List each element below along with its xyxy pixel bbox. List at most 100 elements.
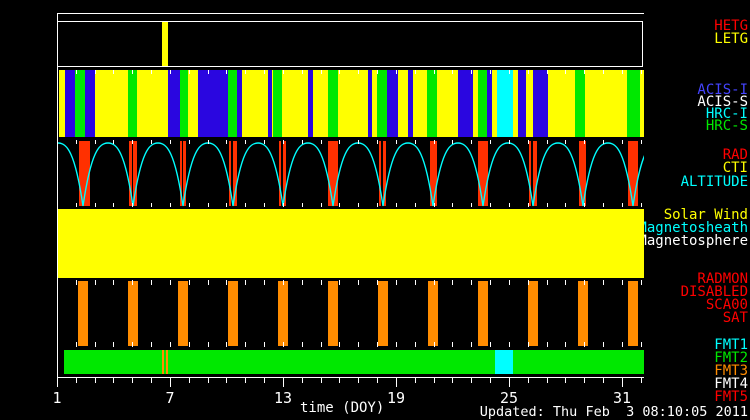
instrument-segment-green — [328, 70, 338, 137]
boundary-tick — [113, 203, 114, 207]
boundary-tick — [452, 280, 453, 285]
boundary-tick — [377, 140, 378, 144]
boundary-tick — [434, 203, 435, 207]
boundary-tick — [415, 280, 416, 285]
boundary-tick — [471, 280, 472, 285]
boundary-tick — [302, 70, 303, 74]
boundary-tick — [547, 70, 548, 74]
radmon-disabled-bar — [378, 281, 388, 346]
boundary-tick — [471, 203, 472, 207]
radmon-disabled-bar — [578, 281, 588, 346]
x-axis-minor-tick — [245, 377, 246, 383]
x-axis-minor-tick — [151, 377, 152, 383]
instrument-segment-green — [627, 70, 640, 137]
boundary-tick — [603, 342, 604, 347]
boundary-tick — [509, 140, 510, 144]
boundary-tick — [452, 70, 453, 74]
boundary-tick — [641, 70, 642, 74]
boundary-tick — [377, 280, 378, 285]
boundary-tick — [226, 203, 227, 207]
altitude-curve — [57, 140, 644, 207]
boundary-tick — [490, 203, 491, 207]
radmon-disabled-bar — [228, 281, 238, 346]
instrument-segment-yellow — [242, 70, 268, 137]
legend-label-letg: LETG — [714, 33, 748, 46]
instrument-segment-yellow — [398, 70, 408, 137]
x-axis-title: time (DOY) — [300, 400, 384, 416]
x-axis-major-tick — [57, 377, 58, 387]
boundary-tick — [95, 203, 96, 207]
boundary-tick — [377, 70, 378, 74]
instrument-segment-yellow — [95, 70, 128, 137]
boundary-tick — [415, 342, 416, 347]
boundary-tick — [189, 70, 190, 74]
boundary-tick — [584, 280, 585, 285]
instrument-segment-blue — [387, 70, 398, 137]
boundary-tick — [603, 203, 604, 207]
boundary-tick — [415, 140, 416, 144]
instrument-segment-yellow — [188, 70, 198, 137]
x-axis-minor-tick — [264, 377, 265, 383]
boundary-tick — [528, 70, 529, 74]
boundary-tick — [565, 342, 566, 347]
boundary-tick — [76, 203, 77, 207]
x-axis-minor-tick — [528, 377, 529, 383]
boundary-tick — [170, 280, 171, 285]
boundary-tick — [509, 280, 510, 285]
radmon-disabled-bar — [178, 281, 188, 346]
boundary-tick — [603, 70, 604, 74]
boundary-tick — [603, 140, 604, 144]
boundary-tick — [283, 70, 284, 74]
x-axis-minor-tick — [377, 377, 378, 383]
boundary-tick — [226, 280, 227, 285]
boundary-tick — [95, 280, 96, 285]
x-axis-minor-tick — [358, 377, 359, 383]
boundary-tick — [226, 140, 227, 144]
boundary-tick — [339, 203, 340, 207]
instrument-segment-blue — [198, 70, 228, 137]
boundary-tick — [245, 140, 246, 144]
instrument-segment-green — [575, 70, 585, 137]
format-event-fmt3 — [162, 350, 164, 374]
boundary-tick — [208, 203, 209, 207]
x-axis-minor-tick — [452, 377, 453, 383]
x-axis-minor-tick — [208, 377, 209, 383]
boundary-tick — [339, 140, 340, 144]
boundary-tick — [434, 280, 435, 285]
boundary-tick — [208, 280, 209, 285]
boundary-tick — [113, 70, 114, 74]
boundary-tick — [321, 140, 322, 144]
boundary-tick — [283, 342, 284, 347]
boundary-tick — [321, 280, 322, 285]
radmon-disabled-bar — [628, 281, 638, 346]
boundary-tick — [95, 342, 96, 347]
boundary-tick — [471, 70, 472, 74]
boundary-tick — [358, 140, 359, 144]
format-band-fmt2 — [64, 350, 644, 374]
instrument-segment-yellow — [282, 70, 308, 137]
x-axis-minor-tick — [113, 377, 114, 383]
boundary-tick — [528, 140, 529, 144]
boundary-tick — [641, 140, 642, 144]
boundary-tick — [565, 203, 566, 207]
x-axis-major-tick — [509, 377, 510, 387]
boundary-tick — [434, 342, 435, 347]
boundary-tick — [490, 342, 491, 347]
x-axis-tick-label: 1 — [37, 389, 77, 407]
boundary-tick — [245, 280, 246, 285]
instrument-segment-green — [180, 70, 188, 137]
boundary-tick — [321, 70, 322, 74]
x-axis-minor-tick — [490, 377, 491, 383]
boundary-tick — [132, 280, 133, 285]
altitude-arc-path — [57, 143, 644, 206]
x-axis-major-tick — [396, 377, 397, 387]
boundary-tick — [113, 280, 114, 285]
boundary-tick — [622, 342, 623, 347]
radmon-disabled-bar — [528, 281, 538, 346]
x-axis-minor-tick — [76, 377, 77, 383]
x-axis-minor-tick — [415, 377, 416, 383]
solar-wind-band — [58, 209, 644, 278]
boundary-tick — [641, 342, 642, 347]
x-axis-minor-tick — [565, 377, 566, 383]
boundary-tick — [57, 140, 58, 144]
